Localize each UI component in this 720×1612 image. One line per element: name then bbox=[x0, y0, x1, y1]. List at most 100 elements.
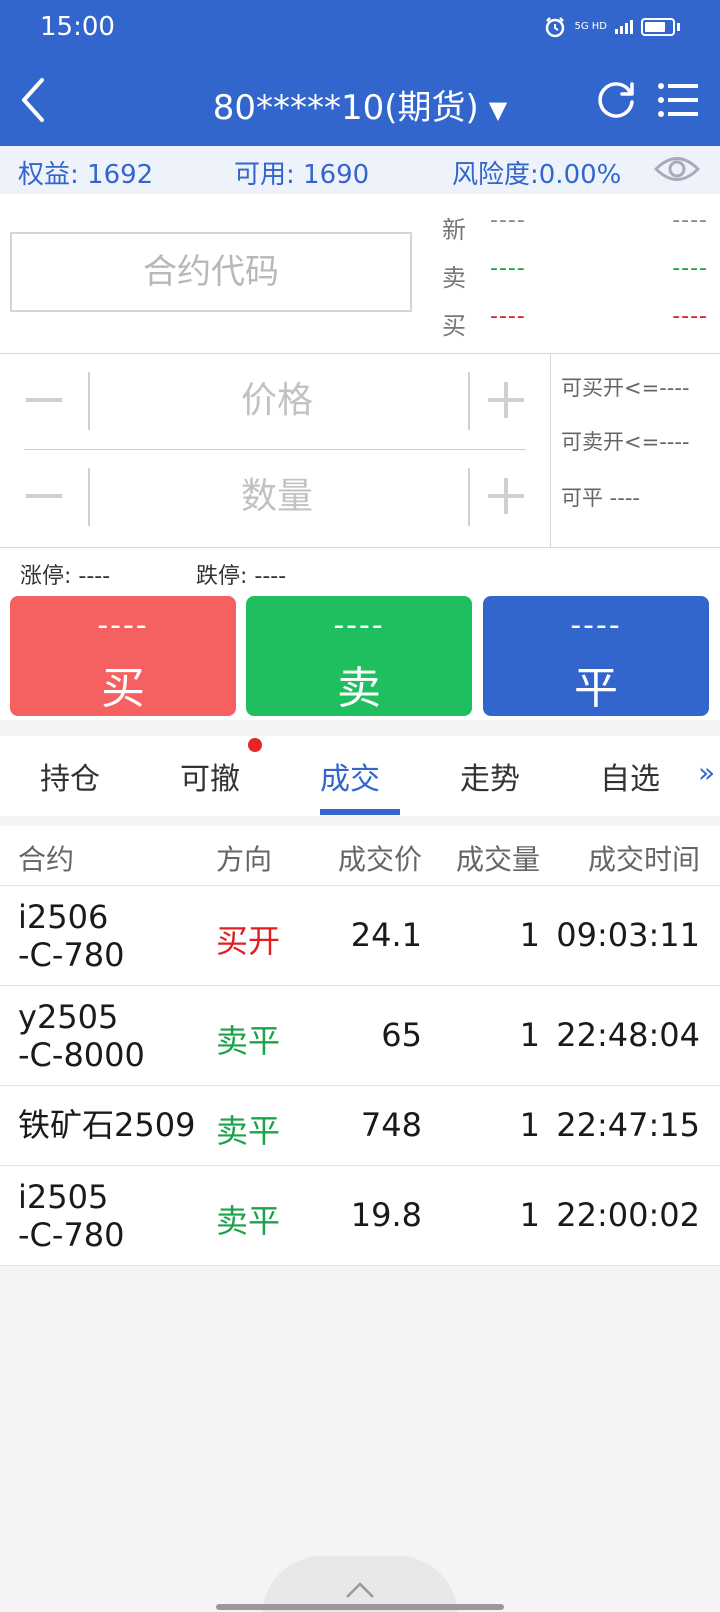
equity-text: 权益: 1692 bbox=[18, 160, 154, 190]
table-row[interactable]: y2505 -C-8000 卖平 65 1 22:48:04 bbox=[0, 986, 720, 1086]
trade-price: 65 bbox=[381, 1016, 422, 1054]
quote-latest-right: ---- bbox=[672, 208, 708, 233]
account-title: 80*****10(期货) bbox=[212, 88, 479, 128]
trade-volume: 1 bbox=[519, 916, 540, 954]
can-sell-open: 可卖开<=---- bbox=[561, 430, 690, 454]
header-volume: 成交量 bbox=[455, 843, 540, 876]
divider bbox=[468, 468, 470, 526]
close-price: ---- bbox=[570, 608, 622, 643]
tab-positions[interactable]: 持仓 bbox=[40, 754, 100, 798]
trade-direction: 卖平 bbox=[216, 1202, 281, 1240]
trade-direction: 卖平 bbox=[216, 1112, 281, 1150]
header-contract: 合约 bbox=[18, 843, 75, 876]
close-position-button[interactable]: ---- 平 bbox=[483, 596, 709, 716]
network-label: 5G HD bbox=[574, 21, 607, 32]
eye-icon[interactable] bbox=[654, 152, 700, 186]
price-stepper: 价格 bbox=[24, 354, 526, 446]
notification-dot bbox=[248, 738, 262, 752]
refresh-icon[interactable] bbox=[594, 78, 638, 122]
trade-price: 748 bbox=[360, 1106, 422, 1144]
order-panel: 价格 数量 可买开<=---- 可卖开<=---- 可平 ---- bbox=[0, 354, 720, 548]
trade-time: 22:00:02 bbox=[556, 1196, 700, 1234]
limit-down-text: 跌停: ---- bbox=[196, 564, 287, 589]
trade-actions: ---- 买 ---- 卖 ---- 平 bbox=[0, 592, 720, 720]
menu-list-icon[interactable] bbox=[656, 78, 700, 122]
tab-watchlist[interactable]: 自选 bbox=[600, 754, 660, 798]
quote-label-latest: 新 bbox=[442, 216, 466, 244]
divider bbox=[88, 372, 90, 430]
home-indicator[interactable] bbox=[216, 1604, 504, 1610]
table-row[interactable]: i2505 -C-780 卖平 19.8 1 22:00:02 bbox=[0, 1166, 720, 1266]
quote-label-bid: 买 bbox=[442, 312, 466, 340]
quote-row-ask: 卖 ---- ---- bbox=[442, 254, 708, 294]
divider bbox=[468, 372, 470, 430]
trade-direction: 买开 bbox=[216, 922, 281, 960]
trade-contract: y2505 -C-8000 bbox=[18, 998, 145, 1074]
trade-contract: i2506 -C-780 bbox=[18, 898, 125, 974]
price-plus-button[interactable] bbox=[486, 380, 526, 420]
trade-volume: 1 bbox=[519, 1106, 540, 1144]
trade-time: 09:03:11 bbox=[556, 916, 700, 954]
can-close: 可平 ---- bbox=[561, 486, 640, 510]
limit-up-text: 涨停: ---- bbox=[20, 564, 111, 589]
price-limits: 涨停: ---- 跌停: ---- bbox=[0, 548, 720, 592]
battery-tip bbox=[677, 23, 680, 31]
quantity-minus-button[interactable] bbox=[24, 478, 64, 514]
trade-direction: 卖平 bbox=[216, 1022, 281, 1060]
contract-panel: 合约代码 新 ---- ---- 卖 ---- ---- 买 ---- ---- bbox=[0, 194, 720, 354]
contract-code-input[interactable]: 合约代码 bbox=[10, 232, 412, 312]
app-header: 15:00 5G HD 80*****10(期货) ▼ bbox=[0, 0, 720, 146]
header-direction: 方向 bbox=[216, 843, 273, 876]
table-header: 合约 方向 成交价 成交量 成交时间 bbox=[0, 826, 720, 886]
more-tabs-icon[interactable]: » bbox=[698, 756, 715, 789]
chevron-up-icon bbox=[346, 1582, 374, 1598]
alarm-icon bbox=[546, 17, 565, 38]
sell-price: ---- bbox=[333, 608, 385, 643]
status-time: 15:00 bbox=[40, 12, 115, 42]
buy-button[interactable]: ---- 买 bbox=[10, 596, 236, 716]
account-info-bar: 权益: 1692 可用: 1690 风险度:0.00% bbox=[0, 146, 720, 194]
caret-down-icon: ▼ bbox=[488, 95, 508, 124]
active-tab-indicator bbox=[320, 809, 400, 815]
available-text: 可用: 1690 bbox=[234, 160, 370, 190]
trade-volume: 1 bbox=[519, 1196, 540, 1234]
quote-latest-left: ---- bbox=[490, 208, 526, 233]
quote-bid-left: ---- bbox=[490, 304, 526, 329]
can-buy-open: 可买开<=---- bbox=[561, 376, 690, 400]
header-price: 成交价 bbox=[337, 843, 422, 876]
trade-time: 22:47:15 bbox=[556, 1106, 700, 1144]
tab-bar: 持仓 可撤 成交 走势 自选 » bbox=[0, 736, 720, 816]
quantity-stepper: 数量 bbox=[24, 450, 526, 542]
sell-button[interactable]: ---- 卖 bbox=[246, 596, 472, 716]
quantity-plus-button[interactable] bbox=[486, 476, 526, 516]
quote-ask-left: ---- bbox=[490, 256, 526, 281]
trade-price: 24.1 bbox=[350, 916, 422, 954]
quote-ask-right: ---- bbox=[672, 256, 708, 281]
available-volumes: 可买开<=---- 可卖开<=---- 可平 ---- bbox=[550, 354, 720, 548]
trade-contract: i2505 -C-780 bbox=[18, 1178, 125, 1254]
header-time: 成交时间 bbox=[587, 843, 700, 876]
buy-price: ---- bbox=[97, 608, 149, 643]
trade-price: 19.8 bbox=[350, 1196, 422, 1234]
close-label: 平 bbox=[574, 663, 618, 714]
sell-label: 卖 bbox=[337, 663, 381, 714]
risk-text: 风险度:0.00% bbox=[452, 160, 622, 190]
table-row[interactable]: 铁矿石2509 卖平 748 1 22:47:15 bbox=[0, 1086, 720, 1166]
quantity-input[interactable]: 数量 bbox=[96, 468, 458, 526]
quote-bid-right: ---- bbox=[672, 304, 708, 329]
battery-icon bbox=[641, 18, 675, 36]
trade-volume: 1 bbox=[519, 1016, 540, 1054]
divider bbox=[88, 468, 90, 526]
buy-label: 买 bbox=[101, 663, 145, 714]
signal-icon bbox=[615, 20, 633, 34]
tab-cancelable[interactable]: 可撤 bbox=[180, 754, 240, 798]
tab-trades[interactable]: 成交 bbox=[320, 754, 380, 798]
price-minus-button[interactable] bbox=[24, 382, 64, 418]
table-row[interactable]: i2506 -C-780 买开 24.1 1 09:03:11 bbox=[0, 886, 720, 986]
quote-row-bid: 买 ---- ---- bbox=[442, 302, 708, 342]
status-icons: 5G HD bbox=[544, 16, 680, 38]
quote-label-ask: 卖 bbox=[442, 264, 466, 292]
tab-trend[interactable]: 走势 bbox=[460, 754, 520, 798]
trade-time: 22:48:04 bbox=[556, 1016, 700, 1054]
price-input[interactable]: 价格 bbox=[96, 372, 458, 430]
